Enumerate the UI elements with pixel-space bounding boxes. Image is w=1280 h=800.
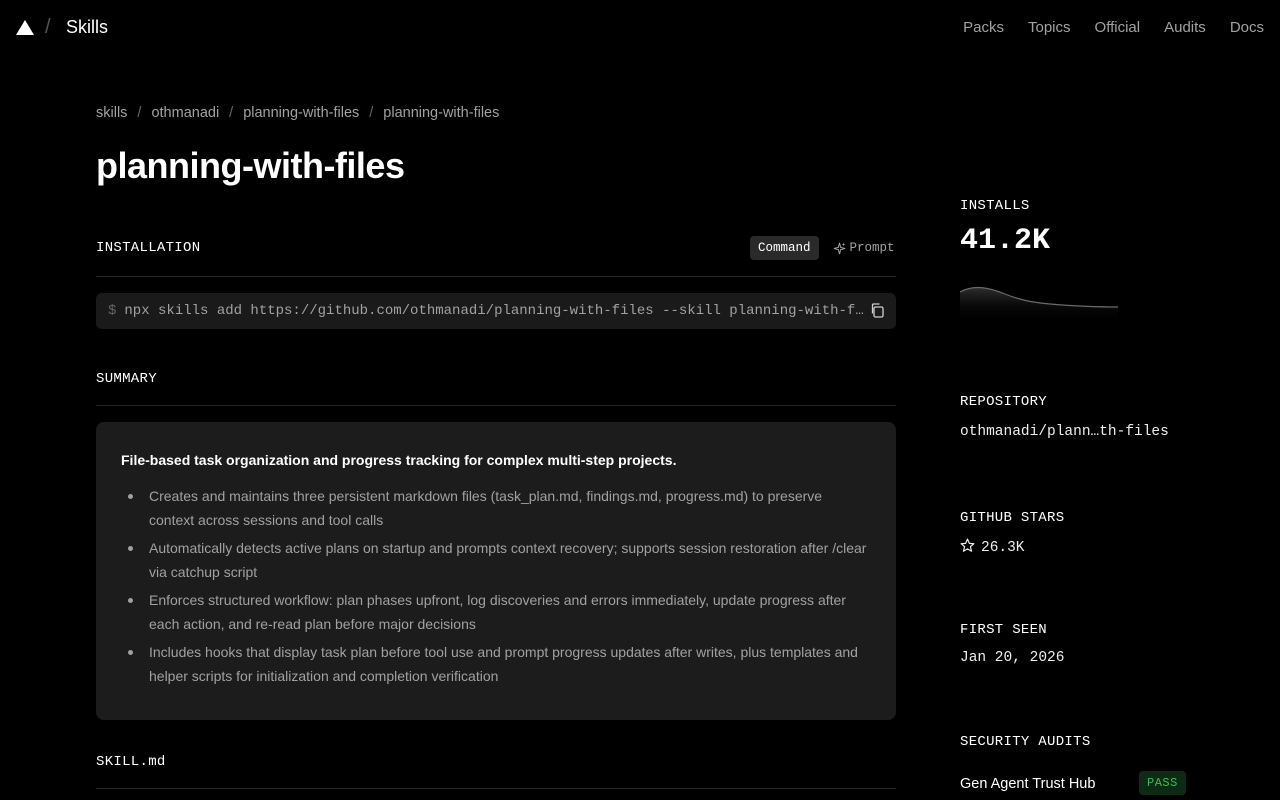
installs-value: 41.2K xyxy=(960,224,1051,258)
breadcrumb-item[interactable]: planning-with-files xyxy=(383,105,499,121)
breadcrumb-item[interactable]: othmanadi xyxy=(151,105,219,121)
star-icon xyxy=(960,538,975,552)
breadcrumb-item[interactable]: planning-with-files xyxy=(243,105,359,121)
security-audits-label: SECURITY AUDITS xyxy=(960,734,1091,750)
prompt-tab[interactable]: Prompt xyxy=(825,236,903,260)
main-nav: Packs Topics Official Audits Docs xyxy=(963,19,1264,36)
github-stars-count: 26.3K xyxy=(981,540,1025,556)
nav-packs[interactable]: Packs xyxy=(963,19,1004,36)
command-tab[interactable]: Command xyxy=(750,236,819,260)
brand-link[interactable]: Skills xyxy=(66,17,108,38)
breadcrumb-separator: / xyxy=(369,105,374,121)
audit-name[interactable]: Gen Agent Trust Hub xyxy=(960,776,1095,792)
install-mode-toggle: Command Prompt xyxy=(750,236,903,260)
repository-label: REPOSITORY xyxy=(960,394,1048,410)
skill-md-heading: SKILL.md xyxy=(96,754,166,770)
summary-item: Creates and maintains three persistent m… xyxy=(121,484,871,532)
sparkle-icon xyxy=(833,241,846,254)
breadcrumb-separator: / xyxy=(137,105,142,121)
summary-lead: File-based task organization and progres… xyxy=(121,452,677,468)
breadcrumb-separator: / xyxy=(229,105,234,121)
github-stars-label: GITHUB STARS xyxy=(960,510,1065,526)
breadcrumb-item[interactable]: skills xyxy=(96,105,127,121)
nav-audits[interactable]: Audits xyxy=(1164,19,1206,36)
summary-item: Includes hooks that display task plan be… xyxy=(121,640,871,688)
first-seen-value: Jan 20, 2026 xyxy=(960,650,1065,666)
divider xyxy=(96,276,896,277)
breadcrumb: skills / othmanadi / planning-with-files… xyxy=(96,105,499,121)
installs-label: INSTALLS xyxy=(960,198,1030,214)
nav-topics[interactable]: Topics xyxy=(1028,19,1071,36)
divider xyxy=(96,405,896,406)
prompt-symbol: $ xyxy=(108,303,117,319)
brand-separator: / xyxy=(45,16,51,38)
github-stars-value: 26.3K xyxy=(960,538,1025,556)
prompt-tab-label: Prompt xyxy=(849,241,895,255)
install-command-text[interactable]: npx skills add https://github.com/othman… xyxy=(124,303,864,319)
top-bar: / Skills Packs Topics Official Audits Do… xyxy=(0,0,1280,56)
summary-item: Enforces structured workflow: plan phase… xyxy=(121,588,871,636)
first-seen-label: FIRST SEEN xyxy=(960,622,1048,638)
triangle-logo-icon[interactable] xyxy=(16,20,34,35)
status-badge: PASS xyxy=(1139,771,1186,795)
summary-item: Automatically detects active plans on st… xyxy=(121,536,871,584)
page-title: planning-with-files xyxy=(96,145,405,186)
installs-sparkline xyxy=(960,286,1119,322)
nav-official[interactable]: Official xyxy=(1095,19,1141,36)
nav-docs[interactable]: Docs xyxy=(1230,19,1264,36)
copy-icon[interactable] xyxy=(870,303,884,318)
repository-link[interactable]: othmanadi/plann…th-files xyxy=(960,424,1169,440)
install-command-box[interactable]: $ npx skills add https://github.com/othm… xyxy=(96,293,896,329)
summary-heading: SUMMARY xyxy=(96,371,157,387)
divider xyxy=(96,788,896,789)
summary-panel: File-based task organization and progres… xyxy=(96,422,896,720)
summary-list: Creates and maintains three persistent m… xyxy=(121,484,871,688)
